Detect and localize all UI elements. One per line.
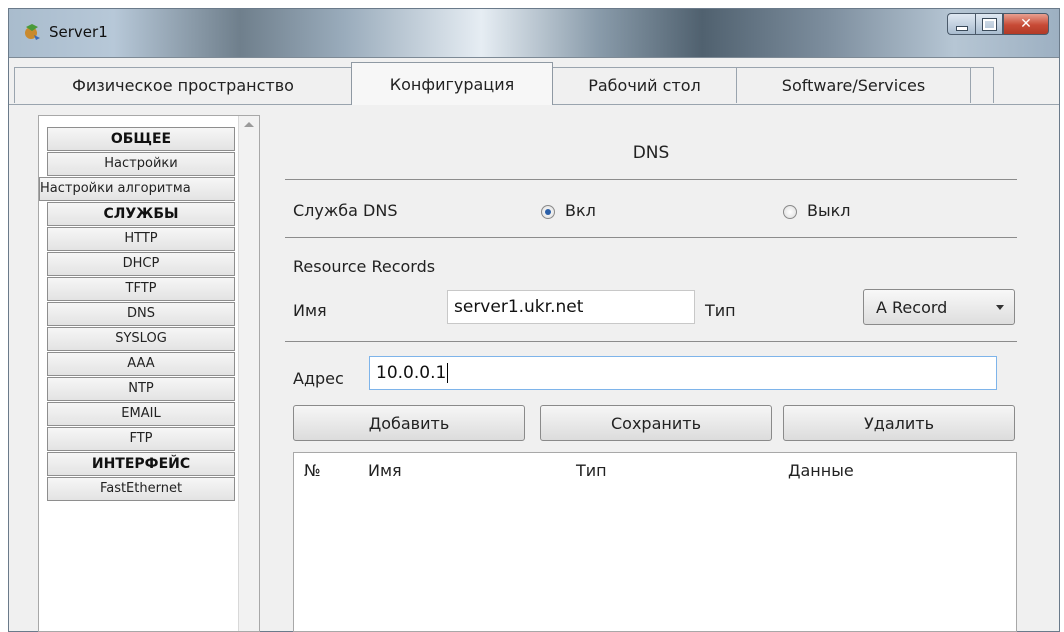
button-label: Сохранить [611,413,701,433]
dns-on-radio[interactable] [541,205,555,219]
dns-records-table[interactable]: № Имя Тип Данные [293,452,1017,632]
tab-label: Software/Services [781,76,926,95]
sidebar-item-dhcp[interactable]: DHCP [47,252,235,276]
record-type-select[interactable]: A Record [863,289,1015,325]
name-input-value: server1.ukr.net [454,297,584,317]
title-bar[interactable]: Server1 ✕ [9,9,1059,58]
sidebar-item-email[interactable]: EMAIL [47,402,235,426]
sidebar-header-services[interactable]: СЛУЖБЫ [47,202,235,226]
name-label: Имя [293,301,327,320]
maximize-icon [981,17,997,31]
sidebar-item-label: ОБЩЕЕ [110,131,172,147]
sidebar-scrollbar[interactable] [238,116,259,631]
sidebar-item-dns[interactable]: DNS [47,302,235,326]
sidebar-item-ntp[interactable]: NTP [47,377,235,401]
add-button[interactable]: Добавить [293,405,525,441]
divider [285,341,1017,342]
sidebar-item-label: SYSLOG [115,331,167,346]
sidebar-item-http[interactable]: HTTP [47,227,235,251]
sidebar-item-label: Настройки алгоритма [40,181,191,196]
minimize-button[interactable] [947,13,975,35]
server-app-icon [23,23,41,41]
dns-off-radio[interactable] [783,205,797,219]
window-title: Server1 [49,23,108,41]
sidebar-item-settings[interactable]: Настройки [47,152,235,176]
minimize-icon [955,25,968,31]
sidebar-item-label: HTTP [124,231,158,246]
sidebar-item-fastethernet[interactable]: FastEthernet [47,477,235,501]
column-header-name: Имя [368,461,402,480]
resource-records-label: Resource Records [293,257,436,276]
divider [285,179,1017,180]
delete-button[interactable]: Удалить [783,405,1015,441]
tab-spacer [970,67,994,103]
sidebar-item-label: EMAIL [121,406,161,421]
tab-desktop[interactable]: Рабочий стол [552,67,737,103]
type-label: Тип [705,301,736,320]
panel-title: DNS [632,143,670,163]
record-type-value: A Record [876,297,948,317]
sidebar-item-aaa[interactable]: AAA [47,352,235,376]
sidebar-item-tftp[interactable]: TFTP [47,277,235,301]
save-button[interactable]: Сохранить [540,405,772,441]
dns-off-label: Выкл [807,201,851,220]
column-header-type: Тип [576,461,607,480]
address-label: Адрес [293,369,344,388]
sidebar-item-label: FastEthernet [99,481,183,496]
tab-bar: Физическое пространство Конфигурация Раб… [9,59,1059,105]
settings-sidebar: ОБЩЕЕ Настройки Настройки алгоритма СЛУЖ… [38,115,260,632]
sidebar-item-label: ИНТЕРФЕЙС [91,456,191,472]
text-caret [447,363,449,383]
close-icon: ✕ [1020,16,1032,32]
address-input-value: 10.0.0.1 [376,363,447,383]
tab-configuration[interactable]: Конфигурация [351,62,553,105]
sidebar-item-label: СЛУЖБЫ [103,206,179,222]
scroll-up-icon[interactable] [244,122,254,127]
divider [285,237,1017,238]
dns-panel: DNS Служба DNS Вкл Выкл Resource Records… [285,125,1020,632]
sidebar-item-label: DNS [127,306,155,321]
name-input[interactable]: server1.ukr.net [447,290,695,324]
dns-on-label: Вкл [565,201,596,220]
sidebar-item-ftp[interactable]: FTP [47,427,235,451]
sidebar-header-interface[interactable]: ИНТЕРФЕЙС [47,452,235,476]
window-controls: ✕ [947,13,1049,35]
tab-software-services[interactable]: Software/Services [736,67,971,103]
column-header-number: № [304,461,321,480]
button-label: Удалить [864,413,934,433]
tab-label: Конфигурация [389,74,515,94]
tab-physical-space[interactable]: Физическое пространство [14,67,352,103]
sidebar-item-algorithm-settings[interactable]: Настройки алгоритма [39,177,235,201]
tab-label: Рабочий стол [588,76,701,95]
sidebar-item-label: FTP [129,431,153,446]
chevron-down-icon [996,305,1004,310]
maximize-button[interactable] [975,13,1003,35]
sidebar-item-label: NTP [128,381,154,396]
sidebar-item-label: DHCP [122,256,160,271]
button-label: Добавить [368,413,450,433]
sidebar-item-label: AAA [127,356,155,371]
dns-service-label: Служба DNS [293,201,398,220]
tab-label: Физическое пространство [72,76,294,95]
column-header-data: Данные [788,461,854,480]
sidebar-header-general[interactable]: ОБЩЕЕ [47,127,235,151]
sidebar-item-label: Настройки [104,156,178,171]
close-button[interactable]: ✕ [1003,13,1049,35]
sidebar-item-label: TFTP [125,281,157,296]
sidebar-item-syslog[interactable]: SYSLOG [47,327,235,351]
address-input[interactable]: 10.0.0.1 [369,356,997,390]
